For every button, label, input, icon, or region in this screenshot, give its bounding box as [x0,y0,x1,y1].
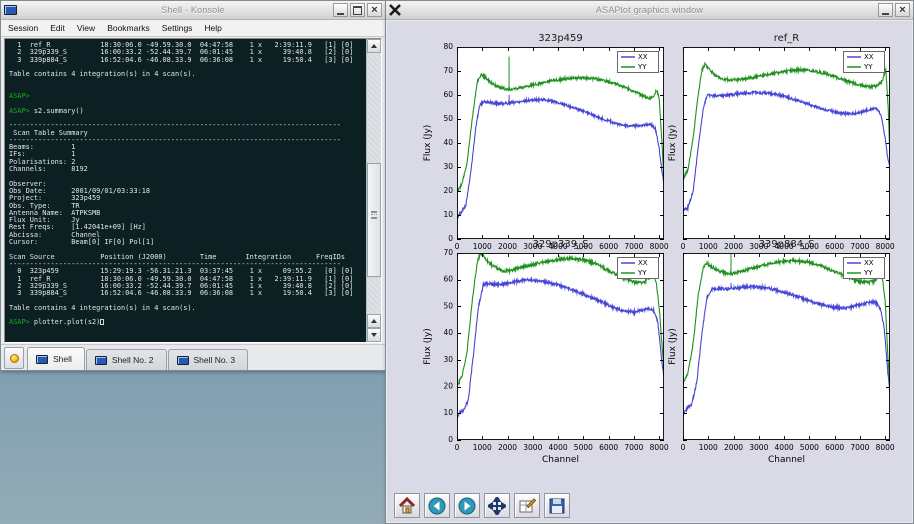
maximize-button[interactable] [350,3,365,17]
terminal-line: Table contains 4 integration(s) in 4 sca… [9,305,366,312]
terminal-icon [95,356,107,365]
save-icon [548,497,566,515]
terminal-icon [36,355,48,364]
konsole-menubar: Session Edit View Bookmarks Settings Help [1,20,385,37]
terminal-line: ASAP> s2.summary() [9,108,366,115]
toolbar-forward-button[interactable] [454,493,480,518]
menu-item-edit[interactable]: Edit [50,23,65,33]
scrollbar-thumb[interactable] [367,163,381,278]
konsole-tabbar: Shell Shell No. 2 Shell No. 3 [1,344,385,370]
figure-canvas[interactable] [392,22,909,488]
desktop: { "colors": { "terminal_bg": "#0c1f23", … [0,0,914,524]
close-button[interactable] [895,3,910,17]
menu-item-session[interactable]: Session [8,23,38,33]
tab-label: Shell [53,354,72,364]
konsole-window: Shell - Konsole Session Edit View Bookmarks… [0,0,386,371]
menu-item-bookmarks[interactable]: Bookmarks [107,23,150,33]
terminal-line: 3 339p884_S 16:52:04.6 -46.08.33.9 06:36… [9,57,366,64]
terminal-line [9,78,366,85]
terminal-line: Cursor: Beam[0] IF[0] Pol[1] [9,239,366,246]
scroll-down-button[interactable] [367,328,381,342]
asapplot-window-title: ASAPlot graphics window [386,5,913,15]
terminal-line: ASAP> plotter.plot(s2) [9,319,366,326]
terminal-line: Channels: 8192 [9,166,366,173]
terminal-icon [177,356,189,365]
toolbar-subplots-button[interactable] [514,493,540,518]
toolbar-back-button[interactable] [424,493,450,518]
new-session-icon [10,354,19,363]
menu-item-help[interactable]: Help [204,23,221,33]
arrow-down-icon [371,333,377,337]
shell-tab-shell-no-2[interactable]: Shell No. 2 [86,349,167,370]
scrollbar-track[interactable] [367,53,381,314]
shell-tab-shell[interactable]: Shell [27,347,85,370]
toolbar-save-button[interactable] [544,493,570,518]
arrow-up-icon [371,319,377,323]
plot-toolbar [394,493,570,518]
terminal-line: 3 339p884_S 16:52:04.6 -46.08.33.9 06:36… [9,290,366,297]
asapplot-window: ASAPlot graphics window [385,0,914,524]
close-button[interactable] [367,3,382,17]
terminal-frame: 1 ref_R 18:30:06.0 -49.59.30.0 04:47:58 … [4,38,382,343]
terminal-cursor [100,319,104,325]
menu-item-settings[interactable]: Settings [162,23,193,33]
x11-icon [389,4,401,16]
arrow-up-icon [371,44,377,48]
scroll-up-button-2[interactable] [367,314,381,328]
shell-tab-shell-no-3[interactable]: Shell No. 3 [168,349,249,370]
asapplot-titlebar[interactable]: ASAPlot graphics window [386,1,913,20]
terminal-line [9,86,366,93]
home-icon [398,497,416,515]
asapplot-window-controls [878,3,910,17]
minimize-button[interactable] [878,3,893,17]
menu-item-view[interactable]: View [77,23,95,33]
scroll-up-button[interactable] [367,39,381,53]
terminal-output[interactable]: 1 ref_R 18:30:06.0 -49.59.30.0 04:47:58 … [5,39,366,342]
subplots-icon [518,497,536,515]
konsole-app-icon [4,5,17,15]
forward-icon [458,497,476,515]
toolbar-home-button[interactable] [394,493,420,518]
terminal-scrollbar[interactable] [366,39,381,342]
asapplot-client-area [387,21,912,522]
pan-icon [488,497,506,515]
tab-label: Shell No. 3 [194,355,236,365]
terminal-line [9,173,366,180]
tab-label: Shell No. 2 [112,355,154,365]
new-session-button[interactable] [4,347,24,369]
toolbar-pan-button[interactable] [484,493,510,518]
back-icon [428,497,446,515]
konsole-titlebar[interactable]: Shell - Konsole [1,1,385,20]
terminal-line: ASAP> [9,93,366,100]
konsole-window-controls [333,3,382,17]
konsole-window-title: Shell - Konsole [1,5,385,15]
terminal-line: Table contains 4 integration(s) in 4 sca… [9,71,366,78]
minimize-button[interactable] [333,3,348,17]
